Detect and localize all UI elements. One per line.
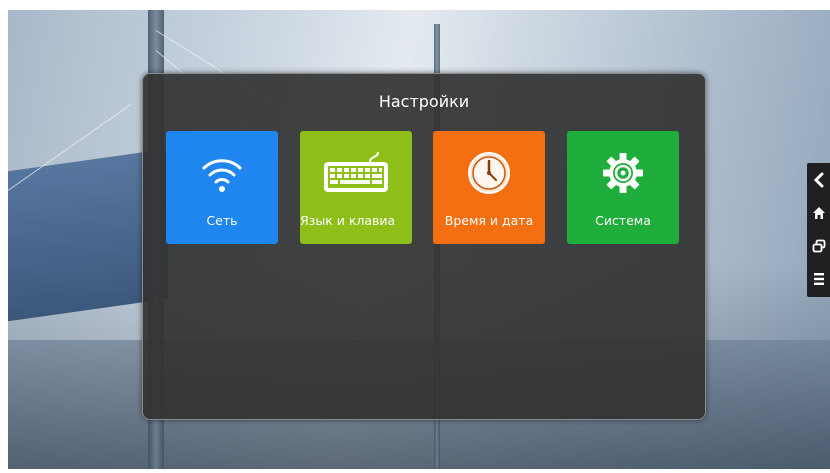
recent-apps-icon	[812, 239, 825, 253]
wifi-icon	[166, 149, 278, 197]
tile-label: Система	[595, 213, 651, 228]
dialog-title: Настройки	[378, 92, 470, 111]
settings-dialog: Настройки Сеть Язык и клавиа Время и дат…	[142, 73, 706, 420]
clock-icon	[433, 149, 545, 197]
tile-time-date[interactable]: Время и дата	[433, 131, 545, 244]
menu-icon	[813, 273, 824, 285]
recent-apps-button[interactable]	[807, 231, 830, 261]
tile-label: Язык и клавиа	[300, 213, 396, 228]
tile-network[interactable]: Сеть	[166, 131, 278, 244]
keyboard-icon	[300, 149, 412, 197]
home-button[interactable]	[807, 198, 830, 228]
tile-label: Сеть	[206, 213, 238, 228]
tile-label: Время и дата	[444, 213, 534, 228]
back-button[interactable]	[807, 165, 830, 195]
home-icon	[812, 207, 825, 219]
tile-system[interactable]: Система	[567, 131, 679, 244]
back-icon	[813, 172, 823, 188]
menu-button[interactable]	[807, 264, 830, 294]
side-navigation-bar	[807, 163, 830, 297]
gear-icon	[567, 149, 679, 197]
tile-language-keyboard[interactable]: Язык и клавиа	[300, 131, 412, 244]
